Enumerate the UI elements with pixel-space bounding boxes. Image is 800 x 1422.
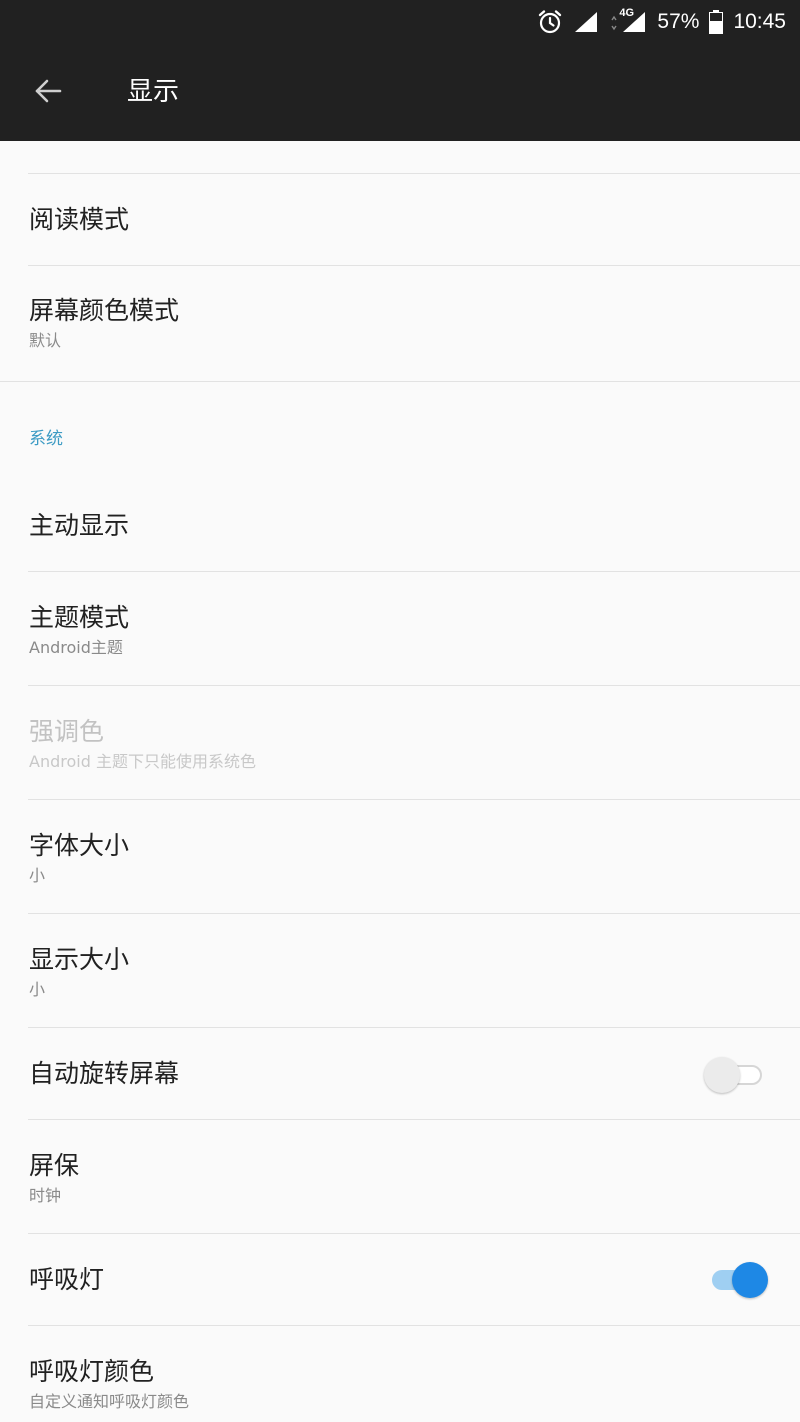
setting-title: 屏幕颜色模式 xyxy=(29,296,180,325)
back-arrow-icon xyxy=(32,75,64,111)
setting-notification-light-color[interactable]: 呼吸灯颜色 自定义通知呼吸灯颜色 xyxy=(0,1326,800,1422)
toggle-thumb xyxy=(704,1057,740,1093)
notification-light-toggle[interactable] xyxy=(710,1262,768,1298)
toggle-thumb xyxy=(732,1262,768,1298)
auto-rotate-toggle[interactable] xyxy=(704,1057,766,1093)
clock: 10:45 xyxy=(733,10,786,33)
setting-reading-mode[interactable]: 阅读模式 xyxy=(0,174,800,266)
back-button[interactable] xyxy=(20,68,76,118)
setting-subtitle: 默认 xyxy=(29,331,62,350)
setting-subtitle: 自定义通知呼吸灯颜色 xyxy=(29,1392,190,1411)
setting-display-size[interactable]: 显示大小 小 xyxy=(0,914,800,1028)
setting-title: 主题模式 xyxy=(29,603,130,632)
setting-title: 屏保 xyxy=(29,1151,80,1180)
setting-title: 呼吸灯 xyxy=(29,1265,105,1294)
setting-title: 呼吸灯颜色 xyxy=(29,1357,155,1386)
setting-ambient-display[interactable]: 主动显示 xyxy=(0,480,800,572)
signal-icon-1 xyxy=(573,10,599,34)
setting-subtitle: 小 xyxy=(29,980,46,999)
setting-subtitle: 时钟 xyxy=(29,1186,62,1205)
page-title: 显示 xyxy=(127,77,180,107)
setting-title: 强调色 xyxy=(29,717,105,746)
alarm-icon xyxy=(537,9,563,35)
setting-subtitle: 小 xyxy=(29,866,46,885)
mobile-data-icon: 4G xyxy=(609,7,647,34)
setting-theme-mode[interactable]: 主题模式 Android主题 xyxy=(0,572,800,686)
setting-title: 阅读模式 xyxy=(29,205,130,234)
setting-screen-color-mode[interactable]: 屏幕颜色模式 默认 xyxy=(0,266,800,380)
setting-screensaver[interactable]: 屏保 时钟 xyxy=(0,1120,800,1234)
status-bar: 4G 57% 10:45 xyxy=(0,0,800,44)
setting-title: 字体大小 xyxy=(29,831,130,860)
setting-title: 自动旋转屏幕 xyxy=(29,1059,180,1088)
section-header-system: 系统 xyxy=(29,429,63,449)
battery-icon xyxy=(709,10,724,34)
setting-subtitle: Android 主题下只能使用系统色 xyxy=(29,752,256,771)
setting-auto-rotate[interactable]: 自动旋转屏幕 xyxy=(0,1028,800,1120)
setting-accent-color: 强调色 Android 主题下只能使用系统色 xyxy=(0,686,800,800)
app-bar: 显示 xyxy=(0,44,800,141)
network-type-label: 4G xyxy=(619,7,635,19)
setting-font-size[interactable]: 字体大小 小 xyxy=(0,800,800,914)
section-divider xyxy=(0,381,800,382)
setting-title: 显示大小 xyxy=(29,945,130,974)
setting-notification-light[interactable]: 呼吸灯 xyxy=(0,1234,800,1326)
battery-percent: 57% xyxy=(657,10,700,33)
setting-subtitle: Android主题 xyxy=(29,638,123,657)
setting-title: 主动显示 xyxy=(29,511,130,540)
status-icons: 4G 57% 10:45 xyxy=(537,0,786,44)
